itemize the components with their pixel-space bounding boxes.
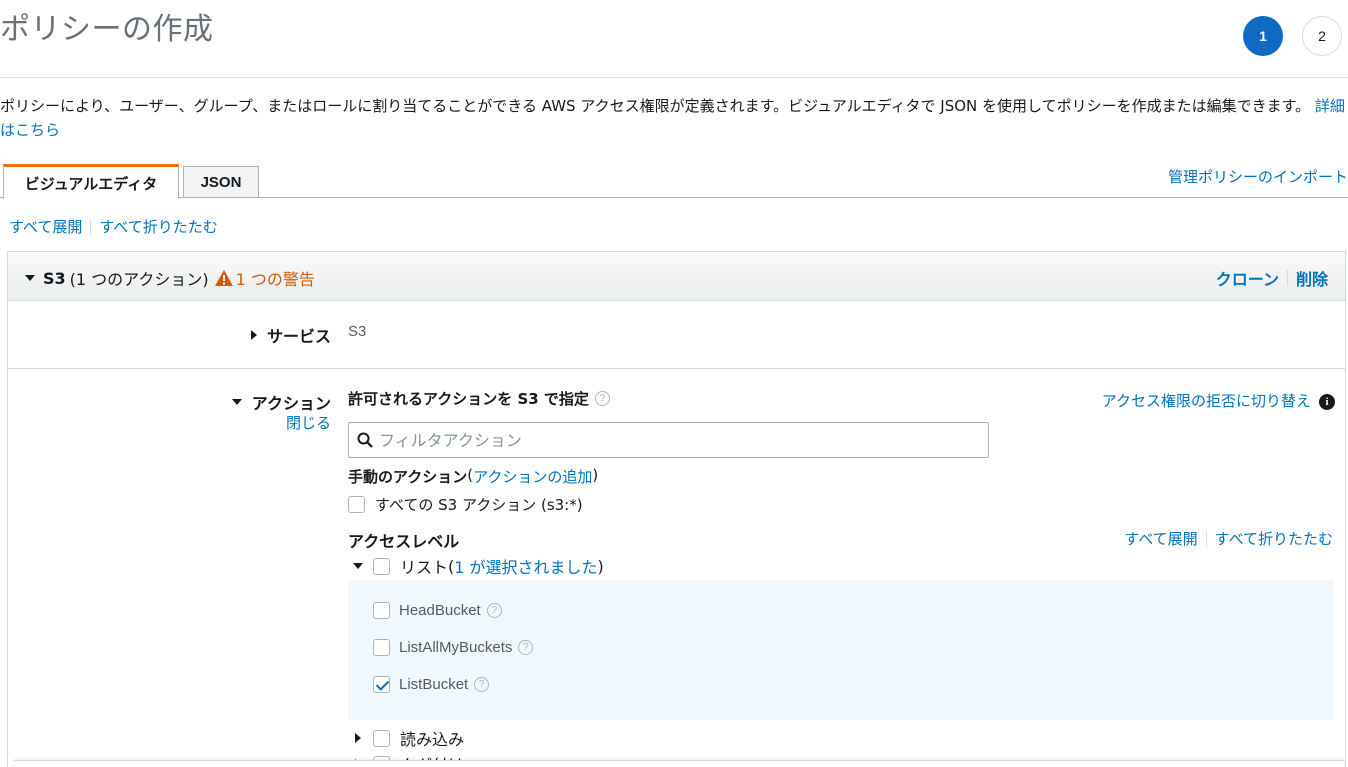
tab-json[interactable]: JSON	[183, 166, 259, 198]
service-label[interactable]: サービス	[250, 323, 331, 347]
add-action-link[interactable]: アクションの追加	[473, 466, 592, 487]
panel-header-actions: クローン 削除	[1216, 266, 1328, 290]
help-icon[interactable]: ?	[518, 640, 534, 655]
read-level-label: 読み込み	[400, 730, 465, 749]
manual-actions-label: 手動のアクション	[348, 468, 468, 486]
caret-right-icon	[250, 330, 257, 340]
access-expand-all-link[interactable]: すべて展開	[1124, 528, 1197, 549]
panel-header-title[interactable]: S3 (1 つのアクション) 1 つの警告	[25, 266, 315, 290]
help-icon[interactable]: ?	[594, 391, 610, 406]
access-level-read: 読み込み	[348, 726, 464, 750]
collapse-all-link[interactable]: すべて折りたたむ	[99, 216, 217, 237]
caret-down-icon	[231, 399, 242, 405]
service-row: サービス S3	[8, 301, 1345, 369]
paren-close: )	[597, 556, 604, 576]
service-label-text: サービス	[266, 327, 331, 346]
bottom-bar	[14, 760, 1344, 767]
link-separator	[1286, 270, 1288, 286]
caret-down-icon	[25, 275, 35, 281]
filter-actions-field[interactable]	[348, 422, 989, 458]
caret-down-icon[interactable]	[353, 563, 363, 569]
page-description: ポリシーにより、ユーザー、グループ、またはロールに割り当てることができる AWS…	[0, 94, 1348, 142]
access-level-list: リスト ( 1 が選択されました )	[348, 554, 604, 578]
link-separator	[90, 218, 92, 235]
panel-service-name: S3	[43, 268, 66, 288]
all-s3-actions-label: すべての S3 アクション (s3:*)	[375, 496, 583, 514]
access-level-expand-links: すべて展開 すべて折りたたむ	[1124, 528, 1333, 549]
switch-to-deny-link[interactable]: アクセス権限の拒否に切り替え	[1102, 390, 1311, 411]
manual-actions-title: 手動のアクション ( アクションの追加 )	[348, 466, 598, 487]
list-item: ListAllMyBuckets ?	[373, 639, 534, 656]
warning-icon	[214, 270, 233, 286]
list-bucket-checkbox[interactable]	[373, 676, 390, 693]
panel-header[interactable]: S3 (1 つのアクション) 1 つの警告 クローン 削除	[8, 252, 1345, 301]
list-all-my-buckets-label: ListAllMyBuckets	[399, 639, 513, 656]
list-bucket-label: ListBucket	[399, 676, 469, 693]
import-managed-policy-link[interactable]: 管理ポリシーのインポート	[1168, 166, 1348, 187]
expand-collapse-links: すべて展開 すべて折りたたむ	[9, 216, 218, 237]
head-bucket-label: HeadBucket	[399, 602, 481, 619]
actions-row: アクション 閉じる 許可されるアクションを S3 で指定 ? アクセス権限の拒否…	[8, 370, 1345, 767]
search-icon	[357, 432, 373, 448]
page-title: ポリシーの作成	[0, 12, 214, 47]
allowed-actions-title: 許可されるアクションを S3 で指定 ?	[348, 388, 610, 409]
panel-action-count: (1 つのアクション)	[69, 270, 209, 289]
list-level-label: リスト	[400, 558, 449, 577]
list-item: ListBucket ?	[373, 676, 490, 693]
help-icon[interactable]: ?	[474, 677, 490, 692]
all-s3-actions-checkbox[interactable]	[348, 496, 365, 513]
title-divider	[0, 77, 1348, 78]
caret-right-icon[interactable]	[355, 733, 361, 743]
clone-link[interactable]: クローン	[1216, 266, 1279, 290]
editor-tabs: ビジュアルエディタ JSON	[3, 164, 259, 199]
description-text: ポリシーにより、ユーザー、グループ、またはロールに割り当てることができる AWS…	[0, 97, 1311, 115]
allowed-actions-title-text: 許可されるアクションを S3 で指定	[348, 390, 589, 408]
link-separator	[1205, 530, 1207, 547]
service-panel: S3 (1 つのアクション) 1 つの警告 クローン 削除 サービス S3 アク…	[7, 251, 1346, 767]
actions-label-text: アクション	[251, 394, 331, 413]
step-2-indicator[interactable]: 2	[1302, 16, 1342, 56]
delete-link[interactable]: 削除	[1296, 266, 1328, 290]
step-1-indicator: 1	[1243, 16, 1283, 56]
list-item: HeadBucket ?	[373, 602, 502, 619]
expand-all-link[interactable]: すべて展開	[9, 216, 82, 237]
list-selected-count-link[interactable]: 1 が選択されました	[454, 554, 597, 578]
service-value: S3	[348, 323, 367, 340]
tab-visual-editor[interactable]: ビジュアルエディタ	[3, 164, 179, 199]
warning-text[interactable]: 1 つの警告	[236, 266, 315, 290]
all-s3-actions-option: すべての S3 アクション (s3:*)	[348, 494, 583, 515]
access-collapse-all-link[interactable]: すべて折りたたむ	[1215, 528, 1333, 549]
tabs-divider	[0, 197, 1348, 198]
info-icon[interactable]: i	[1319, 394, 1335, 410]
list-level-checkbox[interactable]	[373, 557, 390, 575]
help-icon[interactable]: ?	[486, 603, 502, 618]
close-link[interactable]: 閉じる	[286, 412, 331, 433]
filter-actions-input[interactable]	[379, 430, 959, 450]
list-actions-box: HeadBucket ? ListAllMyBuckets ? ListBuck…	[348, 580, 1334, 720]
paren-close: )	[592, 466, 599, 484]
read-level-checkbox[interactable]	[373, 729, 390, 747]
access-level-title: アクセスレベル	[348, 532, 460, 551]
list-all-my-buckets-checkbox[interactable]	[373, 639, 390, 656]
actions-label[interactable]: アクション	[231, 390, 331, 414]
head-bucket-checkbox[interactable]	[373, 602, 390, 619]
